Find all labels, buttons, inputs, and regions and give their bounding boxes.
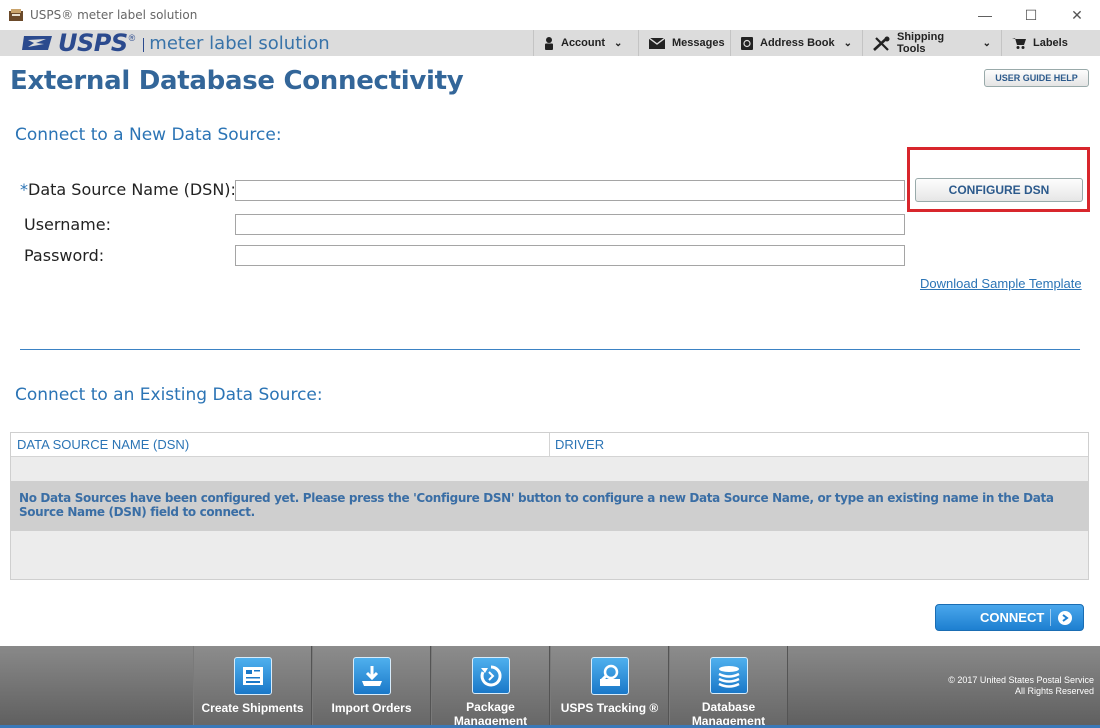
menu-messages[interactable]: Messages — [638, 30, 730, 56]
required-mark: * — [20, 180, 28, 199]
menu-address-book-label: Address Book — [760, 37, 835, 49]
menu-account-label: Account — [561, 37, 605, 49]
bottom-bar: Create Shipments Import Orders Package M… — [0, 646, 1100, 728]
nav-database-management-label: Database Management — [691, 700, 766, 728]
import-orders-icon — [352, 657, 391, 695]
nav-database-management[interactable]: Database Management — [669, 646, 788, 728]
table-header: DATA SOURCE NAME (DSN) DRIVER — [11, 433, 1088, 457]
chevron-down-icon: ⌄ — [614, 37, 623, 49]
download-sample-template-link[interactable]: Download Sample Template — [920, 276, 1082, 291]
copyright-line2: All Rights Reserved — [1014, 686, 1094, 696]
usps-wordmark: USPS — [58, 29, 128, 57]
password-input[interactable] — [235, 245, 905, 266]
usps-logo: USPS ® meter label solution — [22, 29, 330, 57]
create-shipments-icon — [233, 657, 272, 695]
menu-address-book[interactable]: Address Book ⌄ — [730, 30, 862, 56]
column-header-dsn[interactable]: DATA SOURCE NAME (DSN) — [11, 433, 550, 457]
nav-package-management[interactable]: Package Management — [431, 646, 550, 728]
minimize-button[interactable]: — — [962, 0, 1008, 30]
copyright-line1: © 2017 United States Postal Service — [948, 675, 1094, 685]
maximize-button[interactable]: ☐ — [1008, 0, 1054, 30]
user-guide-help-button[interactable]: USER GUIDE HELP — [984, 69, 1089, 87]
close-button[interactable]: ✕ — [1054, 0, 1100, 30]
nav-create-shipments-label: Create Shipments — [201, 701, 304, 715]
connect-button[interactable]: CONNECT — [935, 604, 1084, 631]
menu-account[interactable]: Account ⌄ — [533, 30, 638, 56]
database-icon — [709, 657, 748, 694]
registered-mark: ® — [128, 33, 136, 43]
dsn-label-text: Data Source Name (DSN): — [28, 180, 236, 199]
bottom-nav: Create Shipments Import Orders Package M… — [193, 646, 788, 728]
page-title: External Database Connectivity — [10, 66, 464, 96]
dsn-input[interactable] — [235, 180, 905, 201]
nav-usps-tracking[interactable]: USPS Tracking ® — [550, 646, 669, 728]
person-icon — [544, 36, 554, 50]
connect-button-label: CONNECT — [980, 610, 1045, 625]
package-management-icon — [471, 657, 510, 694]
menu-shipping-tools-label: Shipping Tools — [897, 31, 945, 55]
product-name: meter label solution — [149, 32, 330, 54]
username-input[interactable] — [235, 214, 905, 235]
dsn-table: DATA SOURCE NAME (DSN) DRIVER No Data So… — [10, 432, 1089, 580]
tools-icon — [873, 36, 890, 51]
nav-create-shipments[interactable]: Create Shipments — [193, 646, 312, 728]
section-divider — [20, 349, 1080, 350]
chevron-down-icon: ⌄ — [843, 37, 852, 49]
app-header: USPS ® meter label solution Account ⌄ Me… — [0, 29, 1100, 57]
username-label: Username: — [24, 215, 111, 234]
eagle-icon — [22, 36, 52, 50]
window-titlebar: USPS® meter label solution — ☐ ✕ — [0, 0, 1100, 30]
envelope-icon — [649, 37, 665, 49]
window-title: USPS® meter label solution — [30, 8, 198, 22]
dsn-label: *Data Source Name (DSN): — [20, 180, 236, 199]
app-icon — [8, 8, 24, 22]
nav-import-orders-label: Import Orders — [331, 701, 412, 715]
nav-package-management-label: Package Management — [453, 700, 528, 728]
nav-usps-tracking-label: USPS Tracking ® — [560, 701, 659, 715]
menu-labels-label: Labels — [1033, 37, 1068, 49]
existing-source-heading: Connect to an Existing Data Source: — [15, 385, 323, 405]
address-book-icon — [741, 36, 753, 50]
nav-import-orders[interactable]: Import Orders — [312, 646, 431, 728]
connect-separator — [1050, 609, 1051, 626]
logo-separator — [143, 38, 145, 52]
menu-shipping-tools[interactable]: Shipping Tools ⌄ — [862, 30, 1001, 56]
chevron-down-icon: ⌄ — [982, 37, 991, 49]
highlight-box — [907, 147, 1090, 212]
column-header-driver[interactable]: DRIVER — [550, 433, 1088, 457]
password-label: Password: — [24, 246, 105, 265]
arrow-right-icon — [1058, 610, 1072, 625]
top-menu: Account ⌄ Messages Address Book ⌄ Shippi… — [533, 30, 1100, 56]
tracking-icon — [590, 657, 629, 695]
empty-message: No Data Sources have been configured yet… — [19, 491, 1054, 519]
cart-icon — [1012, 37, 1026, 49]
menu-labels[interactable]: Labels — [1001, 30, 1100, 56]
menu-messages-label: Messages — [672, 37, 725, 49]
new-source-heading: Connect to a New Data Source: — [15, 125, 282, 145]
copyright: © 2017 United States Postal Service All … — [948, 675, 1094, 697]
